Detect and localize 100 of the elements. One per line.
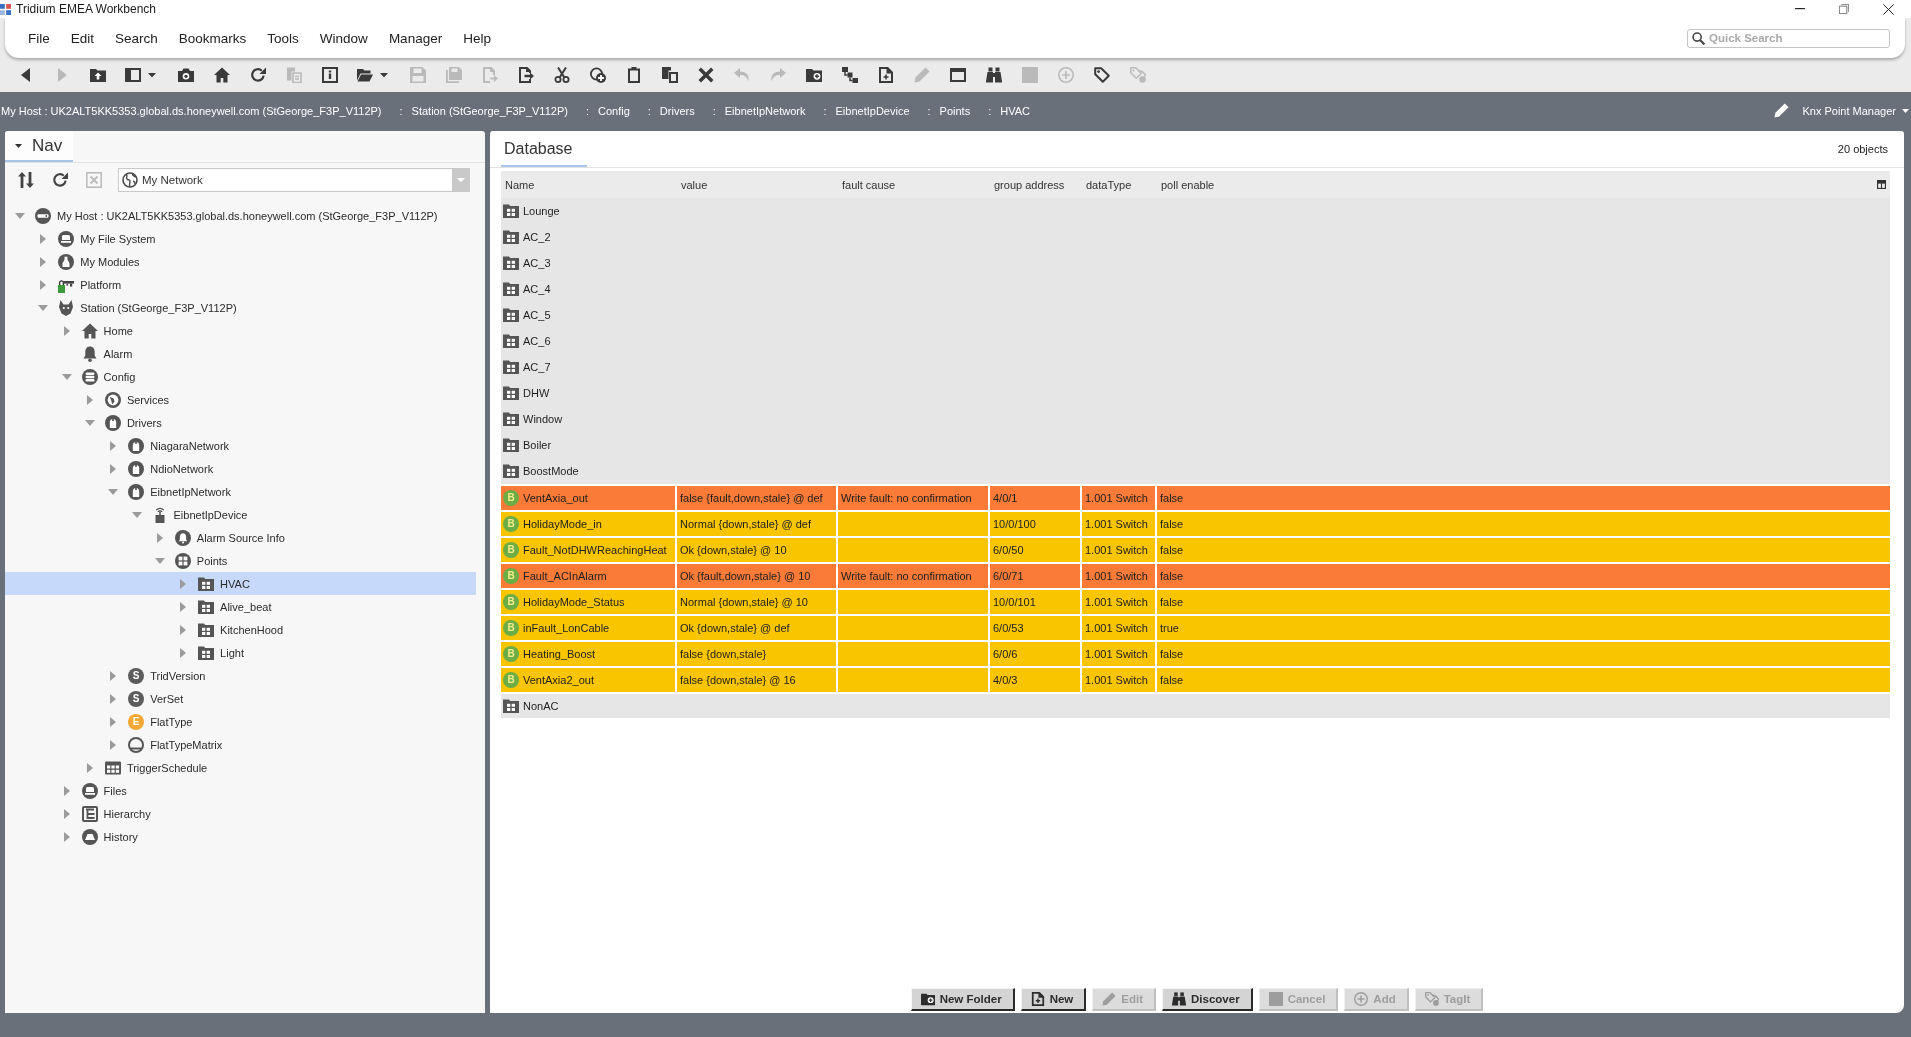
binoculars-icon[interactable]: [986, 67, 1002, 83]
camera-icon[interactable]: [178, 67, 194, 83]
network-selector[interactable]: My Network: [118, 168, 470, 192]
breadcrumb-link[interactable]: Drivers: [659, 104, 695, 117]
side-pane-icon[interactable]: [125, 67, 141, 83]
table-row[interactable]: B Heating_Boost false {down,stale} 6/0/6 1.001 Switch false: [501, 640, 1890, 666]
refresh-icon[interactable]: [250, 67, 266, 83]
caret-right-icon[interactable]: [110, 739, 117, 750]
tree-item[interactable]: Services: [5, 388, 476, 411]
tree-item[interactable]: Points: [5, 549, 476, 572]
info-icon[interactable]: [322, 67, 338, 83]
menu-item[interactable]: File: [28, 30, 50, 46]
tag-icon[interactable]: [1094, 67, 1110, 83]
table-row[interactable]: AC_4: [501, 276, 1890, 302]
connector-icon[interactable]: [842, 67, 858, 83]
window-icon[interactable]: [950, 67, 966, 83]
scissors-icon[interactable]: [554, 67, 570, 83]
caret-down-icon[interactable]: [380, 72, 388, 78]
table-row[interactable]: B HolidayMode_in Normal {down,stale} @ def 10/0/100 1.001 Switch false: [501, 510, 1890, 536]
copy-icon[interactable]: [662, 67, 678, 83]
clipboard-icon[interactable]: [626, 67, 642, 83]
new-folder-button[interactable]: New Folder: [910, 988, 1015, 1011]
tree-item[interactable]: My File System: [5, 227, 476, 250]
breadcrumb-link[interactable]: EibnetIpDevice: [835, 104, 910, 117]
database-tab[interactable]: Database: [501, 140, 587, 167]
caret-right-icon[interactable]: [86, 762, 93, 773]
close-icon[interactable]: [1883, 3, 1894, 15]
tree-item[interactable]: KitchenHood: [5, 618, 476, 641]
table-row[interactable]: B VentAxia_out false {fault,down,stale} @ def Write fault: no confirmation 4/0/1 1.001 Switch false: [501, 484, 1890, 510]
caret-down-icon[interactable]: [148, 72, 156, 78]
caret-right-icon[interactable]: [180, 601, 187, 612]
home-icon[interactable]: [214, 67, 230, 83]
table-row[interactable]: AC_5: [501, 302, 1890, 328]
caret-right-icon[interactable]: [63, 831, 70, 842]
pencil-icon[interactable]: [1774, 103, 1790, 118]
column-header[interactable]: dataType: [1082, 178, 1132, 191]
caret-right-icon[interactable]: [63, 808, 70, 819]
tree-item[interactable]: S VerSet: [5, 687, 476, 710]
menu-item[interactable]: Tools: [267, 30, 299, 46]
tree-item[interactable]: Alive_beat: [5, 595, 476, 618]
breadcrumb-link[interactable]: Points: [939, 104, 971, 117]
caret-right-icon[interactable]: [63, 785, 70, 796]
menu-item[interactable]: Search: [115, 30, 158, 46]
tree-item[interactable]: Files: [5, 779, 476, 802]
breadcrumb-link[interactable]: HVAC: [1000, 104, 1030, 117]
table-row[interactable]: AC_6: [501, 328, 1890, 354]
menu-item[interactable]: Edit: [70, 30, 95, 46]
caret-right-icon[interactable]: [110, 670, 117, 681]
quick-search-field[interactable]: Quick Search: [1687, 28, 1890, 48]
table-row[interactable]: NonAC: [501, 692, 1890, 718]
table-row[interactable]: B HolidayMode_Status Normal {down,stale} @ 10 10/0/101 1.001 Switch false: [501, 588, 1890, 614]
delete-icon[interactable]: [698, 67, 714, 83]
breadcrumb-link[interactable]: EibnetIpNetwork: [724, 104, 806, 117]
caret-right-icon[interactable]: [110, 716, 117, 727]
tree-item[interactable]: NdioNetwork: [5, 457, 476, 480]
caret-right-icon[interactable]: [180, 624, 187, 635]
breadcrumb-link[interactable]: Station (StGeorge_F3P_V112P): [411, 104, 568, 117]
caret-right-icon[interactable]: [180, 647, 187, 658]
columns-icon[interactable]: [1877, 180, 1886, 189]
tree-item[interactable]: Alarm Source Info: [5, 526, 476, 549]
tree-item[interactable]: My Host : UK2ALT5KK5353.global.ds.honeywell.com (StGeorge_F3P_V112P): [5, 204, 476, 227]
caret-right-icon[interactable]: [156, 532, 163, 543]
discover-button[interactable]: Discover: [1162, 988, 1253, 1011]
caret-right-icon[interactable]: [110, 463, 117, 474]
caret-right-icon[interactable]: [110, 440, 117, 451]
table-row[interactable]: B inFault_LonCable Ok {down,stale} @ def 6/0/53 1.001 Switch true: [501, 614, 1890, 640]
menu-item[interactable]: Window: [319, 30, 368, 46]
caret-right-icon[interactable]: [40, 233, 47, 244]
tree-item[interactable]: Config: [5, 365, 476, 388]
tree-item[interactable]: S TridVersion: [5, 664, 476, 687]
tree-item[interactable]: Home: [5, 319, 476, 342]
caret-right-icon[interactable]: [40, 256, 47, 267]
tree-item[interactable]: My Modules: [5, 250, 476, 273]
dropdown-button[interactable]: [452, 169, 469, 191]
table-row[interactable]: Lounge: [501, 198, 1890, 224]
table-row[interactable]: AC_7: [501, 354, 1890, 380]
circle-plus-icon[interactable]: [590, 67, 606, 83]
column-header[interactable]: group address: [990, 178, 1065, 191]
tree-item[interactable]: EibnetIpNetwork: [5, 480, 476, 503]
breadcrumb-link[interactable]: Config: [598, 104, 630, 117]
table-row[interactable]: AC_3: [501, 250, 1890, 276]
new-document-icon[interactable]: [878, 67, 894, 83]
caret-down-icon[interactable]: [15, 143, 22, 148]
refresh-icon[interactable]: [52, 172, 68, 188]
table-row[interactable]: BoostMode: [501, 458, 1890, 484]
tree-item[interactable]: EibnetIpDevice: [5, 503, 476, 526]
table-row[interactable]: B Fault_NotDHWReachingHeat Ok {down,stale} @ 10 6/0/50 1.001 Switch false: [501, 536, 1890, 562]
table-row[interactable]: DHW: [501, 380, 1890, 406]
caret-right-icon[interactable]: [63, 325, 70, 336]
caret-right-icon[interactable]: [86, 394, 93, 405]
caret-right-icon[interactable]: [180, 578, 187, 589]
tree-item[interactable]: NiagaraNetwork: [5, 434, 476, 457]
column-header[interactable]: fault cause: [838, 178, 896, 191]
view-selector[interactable]: Knx Point Manager: [1802, 104, 1909, 117]
tree-item[interactable]: E FlatType: [5, 710, 476, 733]
tree-item[interactable]: FlatTypeMatrix: [5, 733, 476, 756]
table-row[interactable]: Boiler: [501, 432, 1890, 458]
tree-item[interactable]: Drivers: [5, 411, 476, 434]
document-export-icon[interactable]: [518, 67, 534, 83]
caret-right-icon[interactable]: [110, 693, 117, 704]
